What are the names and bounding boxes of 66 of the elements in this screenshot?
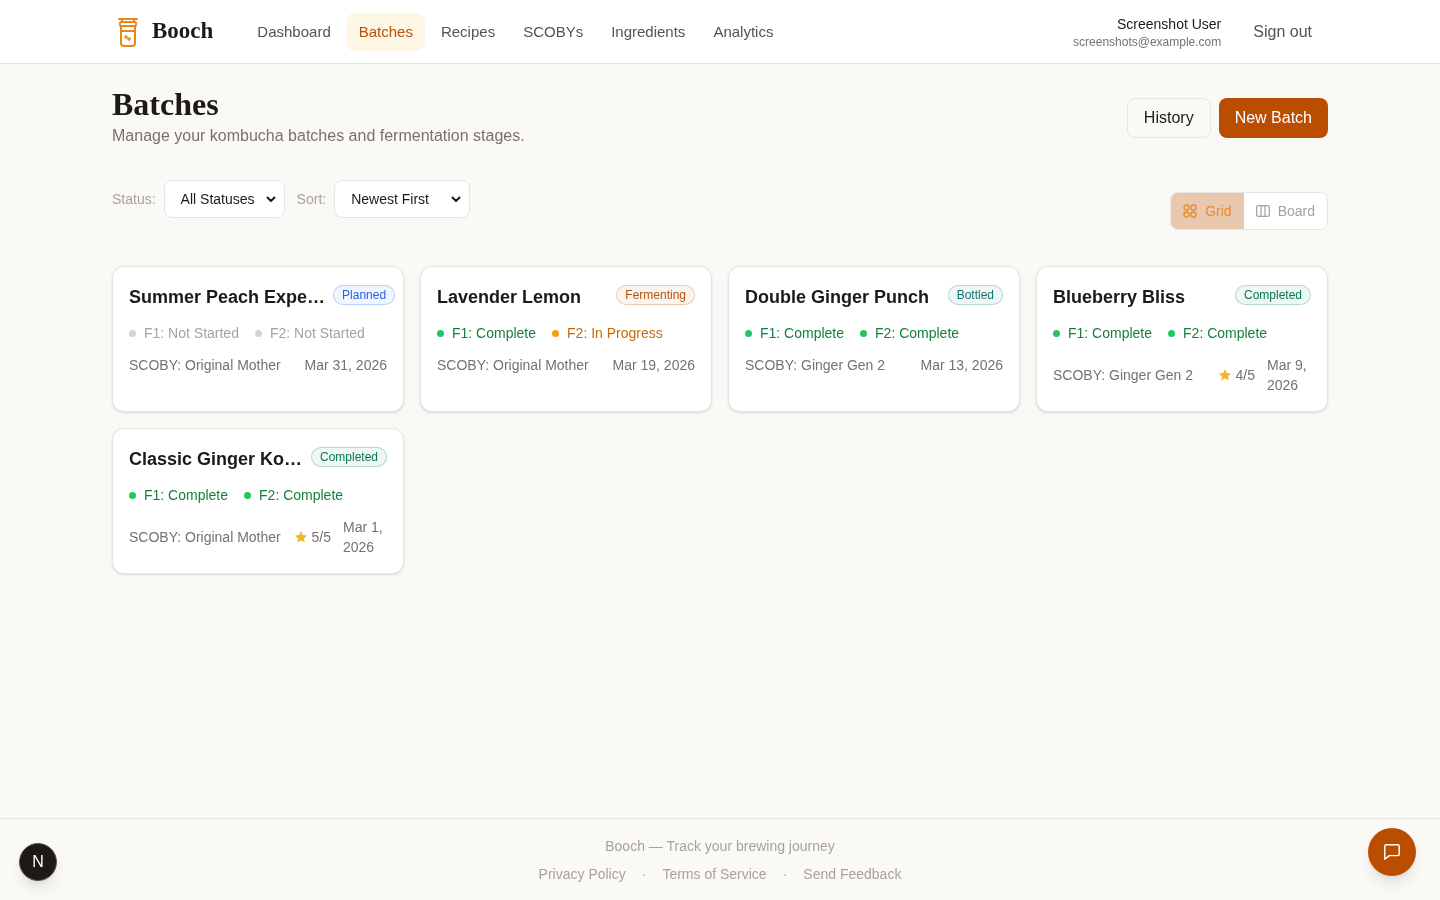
stage-label: F2: In Progress: [567, 324, 663, 343]
grid-icon: [1183, 204, 1198, 218]
nav-link[interactable]: Dashboard: [245, 12, 343, 51]
page-title: Batches: [112, 85, 220, 124]
batch-name: Classic Ginger Ko…: [129, 448, 303, 471]
batch-date: Mar 31, 2026: [304, 356, 387, 375]
batch-card[interactable]: Double Ginger Punch Bottled F1: Complete F2: Complete SCOBY: Ginger Gen 2 Mar 13, 2026: [728, 266, 1020, 412]
new-batch-button[interactable]: New Batch: [1218, 98, 1328, 138]
user-email: screenshots@example.com: [1073, 33, 1222, 50]
scoby-label: SCOBY: Original Mother: [129, 356, 281, 375]
scoby-label: SCOBY: Original Mother: [437, 356, 589, 375]
nav-link[interactable]: Ingredients: [599, 12, 698, 51]
nav-link[interactable]: Recipes: [428, 12, 508, 51]
app-logo-text: Booch: [152, 17, 214, 46]
separator-dot: ·: [782, 865, 788, 884]
batch-card[interactable]: Lavender Lemon Fermenting F1: Complete F2: In Progress SCOBY: Original Mother Mar 19, 2026: [420, 266, 712, 412]
nav-link[interactable]: Analytics: [701, 12, 786, 51]
sign-out-button[interactable]: Sign out: [1237, 11, 1328, 52]
stage-label: F2: Complete: [1183, 324, 1268, 343]
status-badge: Fermenting: [616, 285, 695, 305]
filter-select[interactable]: All Statuses: [163, 180, 285, 218]
batch-name: Summer Peach Expe…: [129, 286, 326, 309]
scoby-label: SCOBY: Original Mother: [129, 528, 281, 547]
status-badge: Planned: [333, 285, 396, 305]
star-icon: [1217, 368, 1232, 382]
chevron-down-icon: [265, 195, 276, 203]
batch-name: Lavender Lemon: [437, 286, 582, 309]
stage-label: F2: Not Started: [269, 324, 365, 343]
page-subtitle: Manage your kombucha batches and fermentation stages.: [112, 126, 525, 146]
nav-link[interactable]: SCOBYs: [511, 12, 596, 51]
stage-label: F2: Complete: [259, 486, 344, 505]
batch-date: Mar 19, 2026: [612, 356, 695, 375]
stage-label: F1: Complete: [1068, 324, 1153, 343]
stage-label: F1: Complete: [452, 324, 537, 343]
batch-date: Mar 9, 2026: [1267, 356, 1308, 395]
chat-button[interactable]: [1368, 828, 1416, 876]
nav-link[interactable]: Batches: [346, 12, 425, 51]
rating-text: 4/5: [1235, 366, 1255, 385]
filter-label: Sort:: [296, 190, 327, 209]
stage-label: F2: Complete: [875, 324, 960, 343]
batch-date: Mar 13, 2026: [920, 356, 1003, 375]
batch-name: Double Ginger Punch: [745, 286, 929, 309]
scoby-label: SCOBY: Ginger Gen 2: [1053, 366, 1194, 385]
scoby-label: SCOBY: Ginger Gen 2: [745, 356, 886, 375]
user-name: Screenshot User: [1117, 14, 1222, 34]
batch-date: Mar 1, 2026: [343, 518, 384, 557]
status-badge: Bottled: [947, 285, 1003, 305]
columns-icon: [1255, 205, 1270, 217]
filter-select[interactable]: Newest First: [334, 180, 471, 218]
filter-label: Status:: [112, 190, 156, 209]
status-badge: Completed: [310, 447, 387, 467]
history-button[interactable]: History: [1126, 98, 1211, 138]
chat-bubble-icon: [1383, 843, 1401, 861]
dev-tools-button[interactable]: N: [19, 843, 57, 881]
stage-label: F1: Complete: [760, 324, 845, 343]
footer-tagline: Booch — Track your brewing journey: [605, 837, 835, 856]
jar-logo-icon: [116, 16, 140, 47]
star-icon: [293, 530, 308, 544]
stage-label: F1: Not Started: [144, 324, 239, 343]
status-badge: Completed: [1234, 285, 1311, 305]
stage-label: F1: Complete: [144, 486, 229, 505]
batch-name: Blueberry Bliss: [1053, 286, 1186, 309]
batch-card[interactable]: Summer Peach Expe… Planned F1: Not Started F2: Not Started SCOBY: Original Mother Mar 31, 2026: [112, 266, 404, 412]
rating-text: 5/5: [311, 528, 331, 547]
chevron-down-icon: [451, 195, 462, 203]
separator-dot: ·: [641, 865, 647, 884]
